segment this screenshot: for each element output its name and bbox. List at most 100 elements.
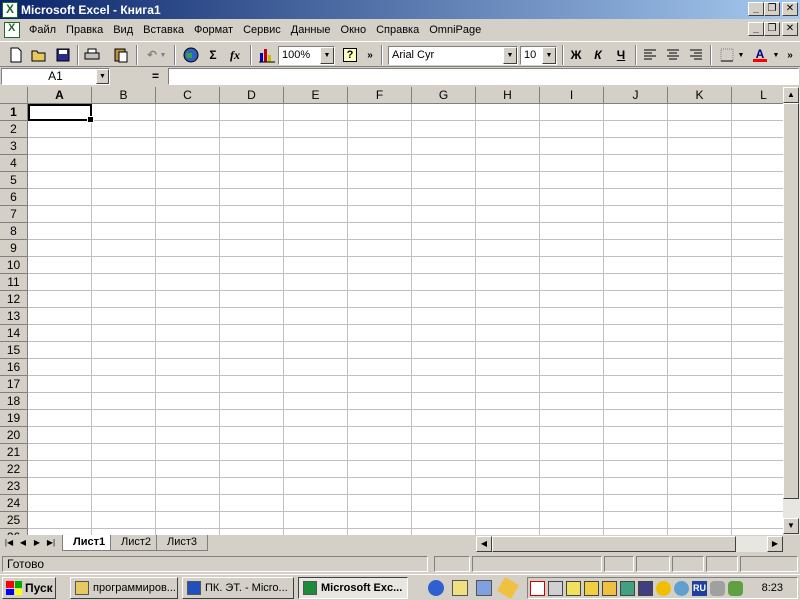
doc-close-button[interactable]: ✕: [782, 22, 798, 36]
tray-icon[interactable]: [566, 581, 581, 596]
taskbar-button-word[interactable]: ПК. ЭТ. - Micro...: [182, 577, 294, 599]
name-box[interactable]: A1 ▼: [1, 68, 110, 85]
row-header[interactable]: 19: [0, 410, 28, 427]
row-header[interactable]: 13: [0, 308, 28, 325]
scroll-up-icon[interactable]: ▲: [783, 87, 799, 103]
taskbar-button-folder[interactable]: программиров...: [70, 577, 178, 599]
row-header[interactable]: 3: [0, 138, 28, 155]
row-header[interactable]: 20: [0, 427, 28, 444]
row-header[interactable]: 23: [0, 478, 28, 495]
row-header[interactable]: 2: [0, 121, 28, 138]
restore-button[interactable]: ❐: [764, 2, 780, 16]
tray-icon[interactable]: [710, 581, 725, 596]
underline-button[interactable]: Ч: [610, 45, 632, 65]
column-header[interactable]: C: [156, 87, 220, 104]
chevron-down-icon[interactable]: ▼: [503, 47, 517, 64]
menu-omnipage[interactable]: OmniPage: [424, 24, 486, 36]
menu-help[interactable]: Справка: [371, 24, 424, 36]
row-header[interactable]: 8: [0, 223, 28, 240]
quicklaunch-icon[interactable]: [452, 580, 468, 596]
last-sheet-icon[interactable]: ▶|: [44, 536, 58, 551]
menu-window[interactable]: Окно: [336, 24, 372, 36]
first-sheet-icon[interactable]: |◀: [2, 536, 16, 551]
tray-icon[interactable]: [656, 581, 671, 596]
menu-data[interactable]: Данные: [286, 24, 336, 36]
network-icon[interactable]: [638, 581, 653, 596]
row-header[interactable]: 5: [0, 172, 28, 189]
quicklaunch-icon[interactable]: [497, 577, 519, 599]
speaker-icon[interactable]: [548, 581, 563, 596]
menu-tools[interactable]: Сервис: [238, 24, 286, 36]
italic-button[interactable]: К: [587, 45, 609, 65]
font-color-dropdown-icon[interactable]: ▼: [771, 45, 781, 65]
column-header[interactable]: H: [476, 87, 540, 104]
menu-insert[interactable]: Вставка: [138, 24, 189, 36]
doc-minimize-button[interactable]: _: [748, 22, 764, 36]
close-button[interactable]: ✕: [782, 2, 798, 16]
bold-button[interactable]: Ж: [565, 45, 587, 65]
new-icon[interactable]: [5, 45, 27, 65]
row-header[interactable]: 16: [0, 359, 28, 376]
workbook-icon[interactable]: [4, 22, 20, 38]
align-center-icon[interactable]: [662, 45, 684, 65]
column-header[interactable]: G: [412, 87, 476, 104]
horizontal-scrollbar[interactable]: ◀ ▶: [476, 536, 783, 552]
excel-app-icon[interactable]: [2, 1, 18, 18]
row-header[interactable]: 12: [0, 291, 28, 308]
row-header[interactable]: 21: [0, 444, 28, 461]
zoom-select[interactable]: 100% ▼: [278, 46, 335, 65]
column-header[interactable]: L: [732, 87, 783, 104]
column-header[interactable]: A: [28, 87, 92, 104]
select-all-corner[interactable]: [0, 87, 28, 104]
more-buttons-icon[interactable]: »: [785, 45, 795, 65]
column-header[interactable]: K: [668, 87, 732, 104]
scroll-left-icon[interactable]: ◀: [476, 536, 492, 552]
menu-format[interactable]: Формат: [189, 24, 238, 36]
font-color-icon[interactable]: A: [749, 45, 771, 65]
sheet-tab-3[interactable]: Лист3: [156, 535, 209, 551]
scroll-down-icon[interactable]: ▼: [783, 518, 799, 534]
borders-icon[interactable]: [716, 45, 738, 65]
internet-explorer-icon[interactable]: [428, 580, 444, 596]
minimize-button[interactable]: _: [748, 2, 764, 16]
save-icon[interactable]: [52, 45, 74, 65]
autosum-icon[interactable]: Σ: [202, 45, 224, 65]
quicklaunch-icon[interactable]: [476, 580, 492, 596]
vertical-scrollbar[interactable]: ▲ ▼: [783, 87, 800, 535]
borders-dropdown-icon[interactable]: ▼: [736, 45, 746, 65]
sheet-tab-1[interactable]: Лист1: [62, 535, 117, 551]
row-header[interactable]: 7: [0, 206, 28, 223]
sheet-tab-2[interactable]: Лист2: [110, 535, 163, 551]
start-button[interactable]: Пуск: [2, 577, 56, 599]
language-indicator[interactable]: RU: [692, 581, 707, 596]
formula-input[interactable]: [168, 68, 799, 85]
font-name-select[interactable]: Arial Cyr ▼: [388, 46, 518, 65]
doc-restore-button[interactable]: ❐: [764, 22, 780, 36]
row-header[interactable]: 9: [0, 240, 28, 257]
row-header[interactable]: 25: [0, 512, 28, 529]
chevron-down-icon[interactable]: ▼: [542, 47, 556, 64]
equals-sign[interactable]: =: [152, 69, 159, 83]
more-buttons-icon[interactable]: »: [365, 45, 375, 65]
menu-edit[interactable]: Правка: [61, 24, 108, 36]
tray-icon[interactable]: [602, 581, 617, 596]
row-header[interactable]: 1: [0, 104, 28, 121]
column-header[interactable]: J: [604, 87, 668, 104]
row-header[interactable]: 4: [0, 155, 28, 172]
row-header[interactable]: 10: [0, 257, 28, 274]
active-cell[interactable]: [28, 104, 94, 123]
taskbar-button-excel[interactable]: Microsoft Exc...: [298, 577, 408, 599]
prev-sheet-icon[interactable]: ◀: [16, 536, 30, 551]
scroll-right-icon[interactable]: ▶: [767, 536, 783, 552]
font-size-select[interactable]: 10 ▼: [520, 46, 557, 65]
tray-icon[interactable]: [530, 581, 545, 596]
chevron-down-icon[interactable]: ▼: [96, 69, 109, 84]
open-icon[interactable]: [29, 45, 51, 65]
scroll-thumb[interactable]: [783, 103, 799, 499]
next-sheet-icon[interactable]: ▶: [30, 536, 44, 551]
row-header[interactable]: 18: [0, 393, 28, 410]
row-header[interactable]: 24: [0, 495, 28, 512]
menu-view[interactable]: Вид: [108, 24, 138, 36]
column-header[interactable]: I: [540, 87, 604, 104]
help-icon[interactable]: ?: [339, 45, 361, 65]
